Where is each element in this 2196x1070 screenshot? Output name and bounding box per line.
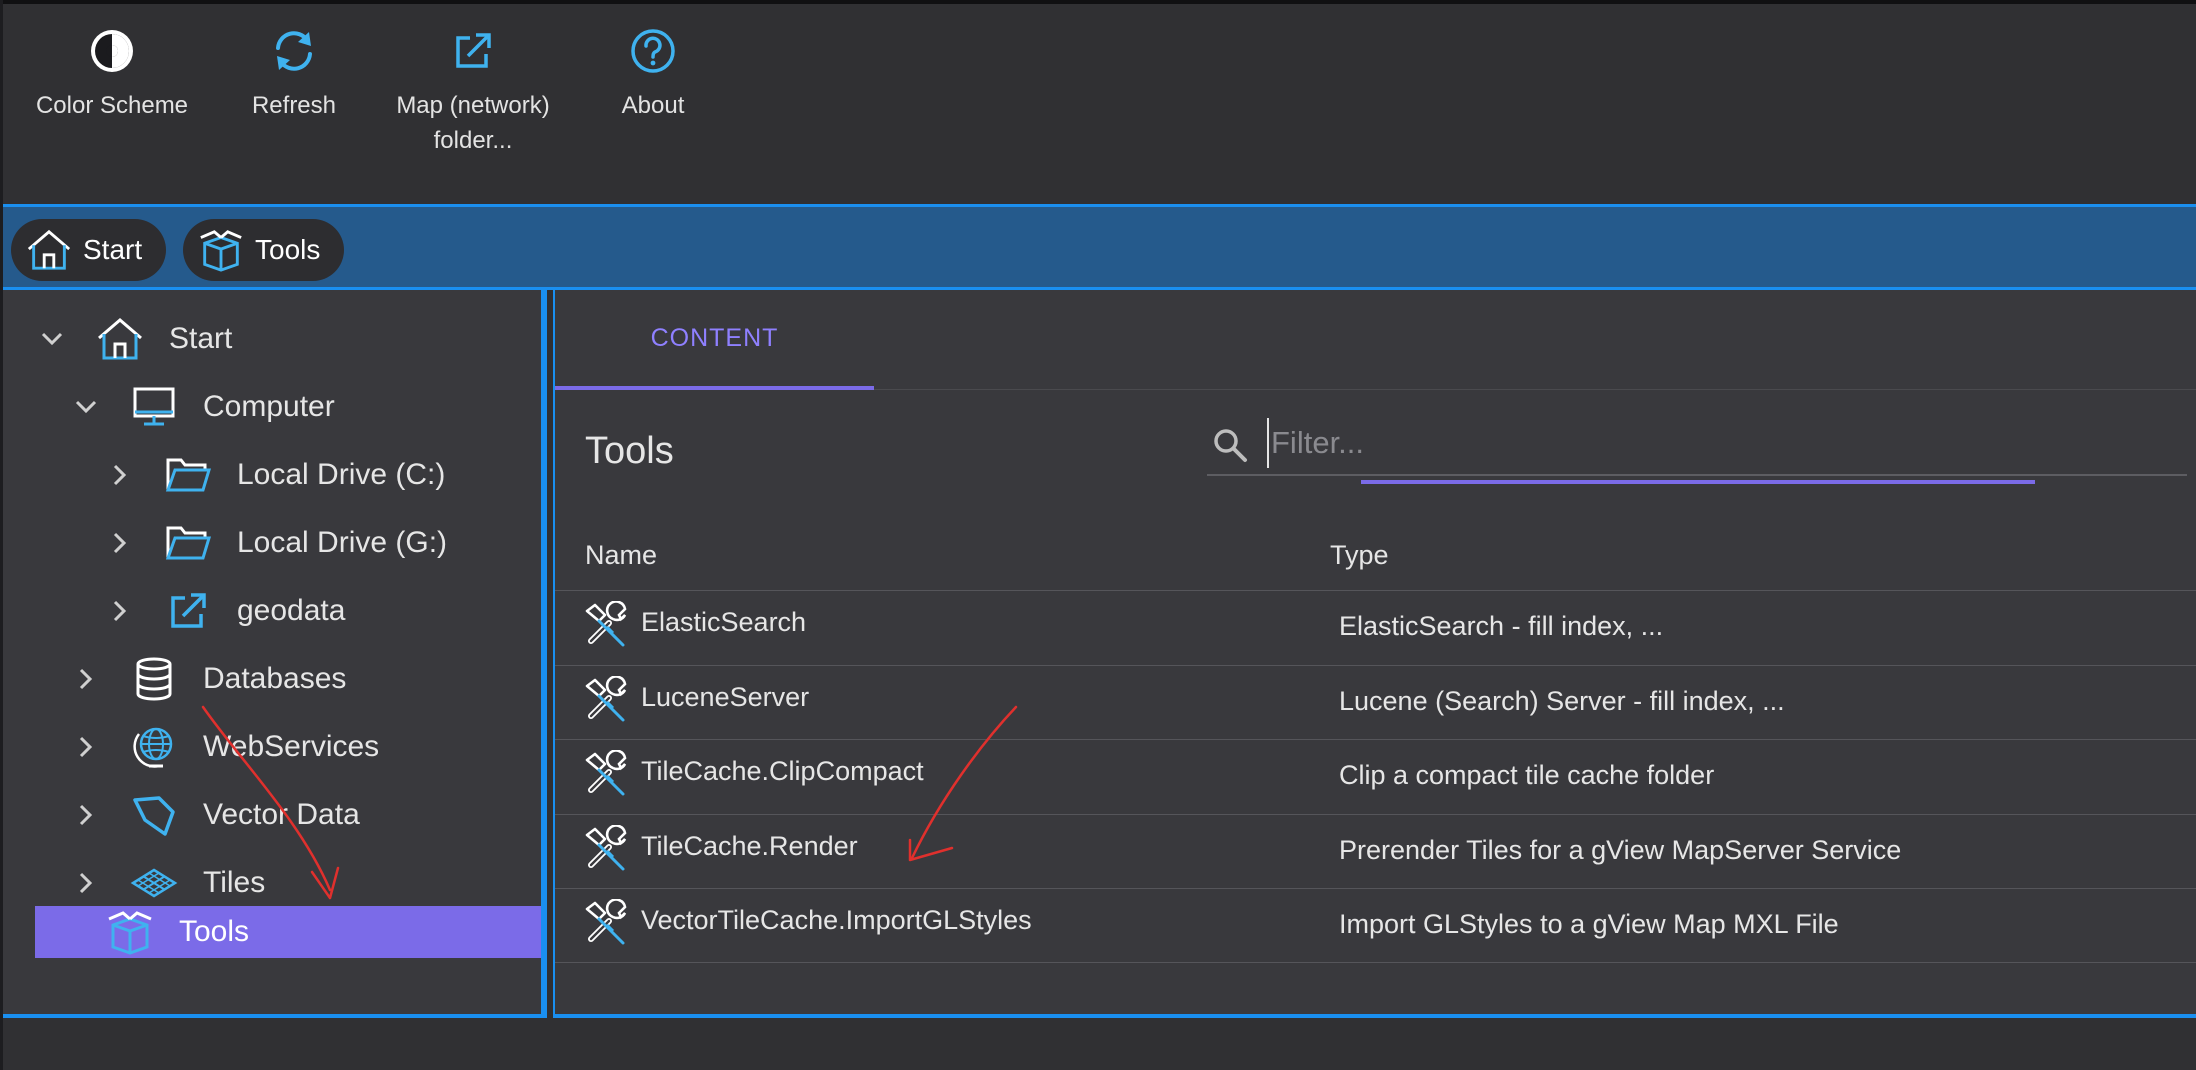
tree-item-vector-data[interactable]: Vector Data [69,788,360,842]
row-type: Lucene (Search) Server - fill index, ... [1339,685,1785,716]
contrast-icon [91,30,133,72]
tools-icon [585,750,627,796]
map-network-folder-label: Map (network) folder... [396,92,550,154]
tab-bar: CONTENT [555,290,2196,390]
folder-icon [161,516,215,570]
tab-content-label: CONTENT [650,323,779,352]
toolbar: Color Scheme Refresh Map (network) folde… [3,4,2196,204]
table-bottom-border [555,962,2196,963]
about-button[interactable]: About [603,26,703,123]
tree-item-databases[interactable]: Databases [69,652,346,706]
tree-item-computer[interactable]: Computer [69,380,335,434]
help-icon [631,29,675,73]
color-scheme-label: Color Scheme [35,92,189,119]
chevron-down-icon[interactable] [35,322,69,356]
tree-item-webservices[interactable]: WebServices [69,720,379,774]
breadcrumb-tools[interactable]: Tools [183,219,345,281]
tree-item-label: Local Drive (G:) [237,526,448,559]
globe-icon [127,720,181,774]
column-header-name[interactable]: Name [585,540,657,571]
refresh-icon [276,31,312,71]
refresh-label: Refresh [251,92,337,119]
tools-icon [585,899,627,945]
chevron-right-icon[interactable] [69,662,103,696]
content-panel: CONTENT Tools Name Type ElasticSearchEla… [553,290,2196,1018]
row-name: VectorTileCache.ImportGLStyles [641,905,1032,935]
table-row[interactable]: LuceneServer Lucene (Search) Server - fil… [555,664,2196,739]
row-name: LuceneServer [641,681,810,712]
table-row[interactable]: ElasticSearch ElasticSearch - fill index,… [555,590,2196,664]
color-scheme-button[interactable]: Color Scheme [27,26,197,123]
tree-item-label: Tools [179,915,250,948]
status-strip [3,1022,2196,1070]
box-icon [103,905,157,959]
chevron-right-icon[interactable] [69,730,103,764]
page-title: Tools [585,430,674,472]
chevron-down-icon[interactable] [69,390,103,424]
tree-item-tiles[interactable]: Tiles [69,856,265,910]
home-icon [93,312,147,366]
filter-focus-underline [1361,480,2035,484]
tree-item-geodata[interactable]: geodata [103,584,345,638]
row-name: TileCache.ClipCompact [641,756,924,786]
search-input[interactable] [1267,418,2167,468]
database-icon [127,652,181,706]
box-icon [200,230,242,272]
tree-item-local-drive-g[interactable]: Local Drive (G:) [103,516,447,570]
tree-item-label: Databases [203,662,347,695]
open-external-icon [456,33,491,68]
chevron-right-icon[interactable] [69,798,103,832]
row-name: TileCache.Render [641,830,858,861]
tree-item-label: Vector Data [203,798,360,831]
tree-item-label: WebServices [203,730,380,763]
tools-icon [585,601,627,647]
chevron-right-icon[interactable] [103,526,137,560]
tree-item-label: Tiles [203,866,266,899]
folder-icon [161,448,215,502]
chevron-right-icon[interactable] [69,866,103,900]
tools-icon [585,675,627,721]
search-icon [1214,429,1247,462]
row-type: ElasticSearch - fill index, ... [1339,611,1664,641]
breadcrumb-start-label: Start [83,234,143,265]
polygon-icon [127,788,181,842]
tools-icon [585,824,627,870]
table-row[interactable]: VectorTileCache.ImportGLStyles Import GLS… [555,888,2196,962]
breadcrumb: Start Tools [3,204,2196,290]
tree-item-label: Start [169,322,233,355]
home-icon [27,229,71,270]
tiles-icon [127,856,181,910]
table-row[interactable]: TileCache.ClipCompact Clip a compact tile… [555,739,2196,813]
about-label: About [621,92,685,119]
refresh-button[interactable]: Refresh [229,26,359,123]
tab-content[interactable]: CONTENT [555,290,874,390]
tree-item-start[interactable]: Start [35,312,232,366]
tree-item-label: Local Drive (C:) [237,458,446,491]
chevron-right-icon[interactable] [103,458,137,492]
breadcrumb-tools-label: Tools [255,234,321,265]
tree-item-label: geodata [237,594,346,627]
map-network-folder-button[interactable]: Map (network) folder... [383,26,563,158]
tree-item-label: Computer [203,390,335,423]
row-type: Import GLStyles to a gView Map MXL File [1339,909,1839,939]
filter-field [1207,410,2187,476]
column-header-type[interactable]: Type [1330,540,1389,571]
row-name: ElasticSearch [641,607,807,637]
tree-item-tools[interactable]: Tools [35,906,541,958]
chevron-right-icon[interactable] [103,594,137,628]
row-type: Prerender Tiles for a gView MapServer Se… [1339,834,1902,865]
open-external-icon [161,584,215,638]
breadcrumb-start[interactable]: Start [11,219,167,281]
navigation-tree: Start Computer Local Drive (C:) Local Dr… [3,290,547,1018]
tree-item-local-drive-c[interactable]: Local Drive (C:) [103,448,445,502]
row-type: Clip a compact tile cache folder [1339,760,1715,790]
monitor-icon [127,380,181,434]
table-row[interactable]: TileCache.Render Prerender Tiles for a gV… [555,813,2196,888]
